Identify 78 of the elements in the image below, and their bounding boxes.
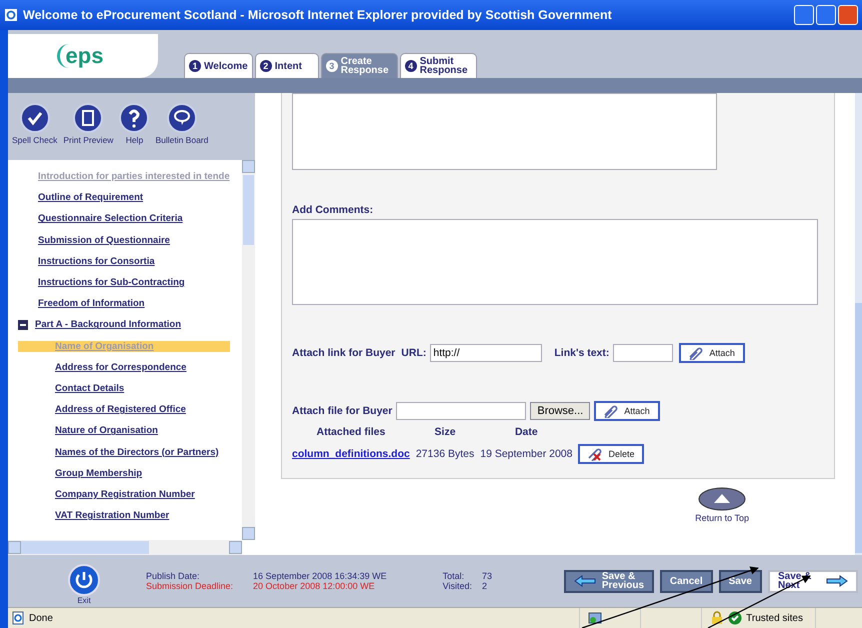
- attach-file-button[interactable]: Attach: [594, 401, 660, 421]
- tree-item-link[interactable]: Freedom of Information: [18, 298, 145, 310]
- file-link[interactable]: column_definitions.doc: [292, 448, 410, 460]
- tree-item-link[interactable]: Address for Correspondence: [18, 362, 186, 373]
- column-header: Size: [434, 426, 457, 438]
- tree-item-link[interactable]: Submission of Questionnaire: [18, 234, 170, 246]
- window-icon: [588, 611, 602, 625]
- paperclip-cross-icon: [586, 447, 602, 461]
- power-icon[interactable]: [68, 564, 100, 596]
- toolbar-label: Print Preview: [63, 135, 114, 145]
- logo: eps: [56, 44, 110, 68]
- column-header: Attached files: [315, 426, 386, 438]
- tree-item-link[interactable]: Part A - Background Information: [35, 319, 182, 330]
- toolbar-label: Help: [126, 135, 144, 145]
- count-label: Visited:: [442, 581, 472, 591]
- info-value: 20 October 2008 12:00:00 WE: [253, 581, 376, 591]
- close-button[interactable]: [838, 5, 858, 25]
- url-input-field[interactable]: http://: [430, 344, 542, 362]
- step-tab[interactable]: 1 Welcome: [184, 53, 253, 78]
- tree-item-link[interactable]: Names of the Directors (or Partners): [18, 446, 219, 458]
- count-value: 2: [482, 581, 488, 591]
- tree-item-link[interactable]: VAT Registration Number: [18, 510, 170, 522]
- count-label: Total:: [442, 571, 466, 581]
- url-label: URL:: [401, 347, 426, 359]
- collapse-icon[interactable]: [18, 320, 28, 330]
- attach-link-label: Attach link for Buyer: [292, 347, 396, 359]
- link-text-label: Link's text:: [554, 347, 610, 359]
- return-to-top-link[interactable]: Return to Top: [695, 513, 749, 523]
- comments-label: Add Comments:: [292, 204, 374, 216]
- column-header: Date: [514, 426, 539, 438]
- footer-button[interactable]: Cancel: [660, 570, 713, 592]
- file-size: 27136 Bytes: [416, 448, 474, 460]
- paperclip-icon: [687, 346, 704, 360]
- right-arrow-icon: [826, 575, 848, 587]
- paperclip-icon: [602, 404, 618, 418]
- toolbar-label: Spell Check: [12, 135, 58, 145]
- tree-item-link[interactable]: Group Membership: [18, 468, 142, 479]
- status-text: Done: [29, 612, 53, 624]
- document-icon[interactable]: [73, 103, 104, 133]
- tree-item-link[interactable]: Instructions for Consortia: [18, 256, 155, 267]
- toolbar-label: Bulletin Board: [155, 135, 208, 145]
- link-text-input-field[interactable]: [613, 344, 674, 362]
- delete-button[interactable]: Delete: [578, 444, 644, 464]
- footer-button[interactable]: Save: [718, 570, 762, 592]
- attach-link-button[interactable]: Attach: [679, 343, 745, 363]
- page-icon: [11, 611, 25, 625]
- tree-item-link[interactable]: Company Registration Number: [18, 488, 195, 500]
- tree-item-link[interactable]: Questionnaire Selection Criteria: [18, 213, 183, 224]
- tree-item-link[interactable]: Nature of Organisation: [18, 425, 158, 436]
- info-value: 16 September 2008 16:34:39 WE: [253, 571, 387, 581]
- attach-file-label: Attach file for Buyer: [292, 405, 392, 417]
- vertical-scrollbar[interactable]: [242, 160, 255, 540]
- browser-page-icon: [4, 8, 18, 22]
- security-zone-text: Trusted sites: [746, 612, 803, 624]
- tree-item-link[interactable]: Instructions for Sub-Contracting: [18, 277, 185, 288]
- help-icon[interactable]: [119, 103, 150, 133]
- file-path-input-field[interactable]: [396, 402, 526, 420]
- horizontal-scrollbar[interactable]: [8, 540, 242, 555]
- speech-bubble-icon[interactable]: [166, 103, 197, 133]
- info-label: Publish Date:: [146, 571, 201, 581]
- footer-button[interactable]: Save & Previous: [564, 570, 654, 592]
- maximize-button[interactable]: [816, 5, 836, 25]
- spell-check-icon[interactable]: [20, 103, 50, 133]
- vertical-scrollbar[interactable]: [855, 93, 862, 555]
- info-label: Submission Deadline:: [146, 581, 234, 591]
- tree-item-link[interactable]: Address of Registered Office: [18, 404, 186, 416]
- padlock-icon: [710, 611, 724, 625]
- file-date: 19 September 2008: [480, 448, 572, 460]
- step-tab[interactable]: 2 Intent: [254, 53, 319, 78]
- browse-button[interactable]: Browse...: [530, 402, 590, 420]
- exit-label: Exit: [77, 596, 91, 604]
- window-title: Welcome to eProcurement Scotland - Microsoft Internet Explorer provided by Scottish Government: [23, 8, 612, 22]
- checkmark-icon: [728, 611, 742, 625]
- tree-item-link[interactable]: Contact Details: [18, 382, 124, 394]
- minimize-button[interactable]: [794, 5, 814, 25]
- left-arrow-icon: [574, 575, 596, 587]
- tree-item-link[interactable]: Outline of Requirement: [18, 192, 144, 204]
- count-value: 73: [482, 571, 492, 581]
